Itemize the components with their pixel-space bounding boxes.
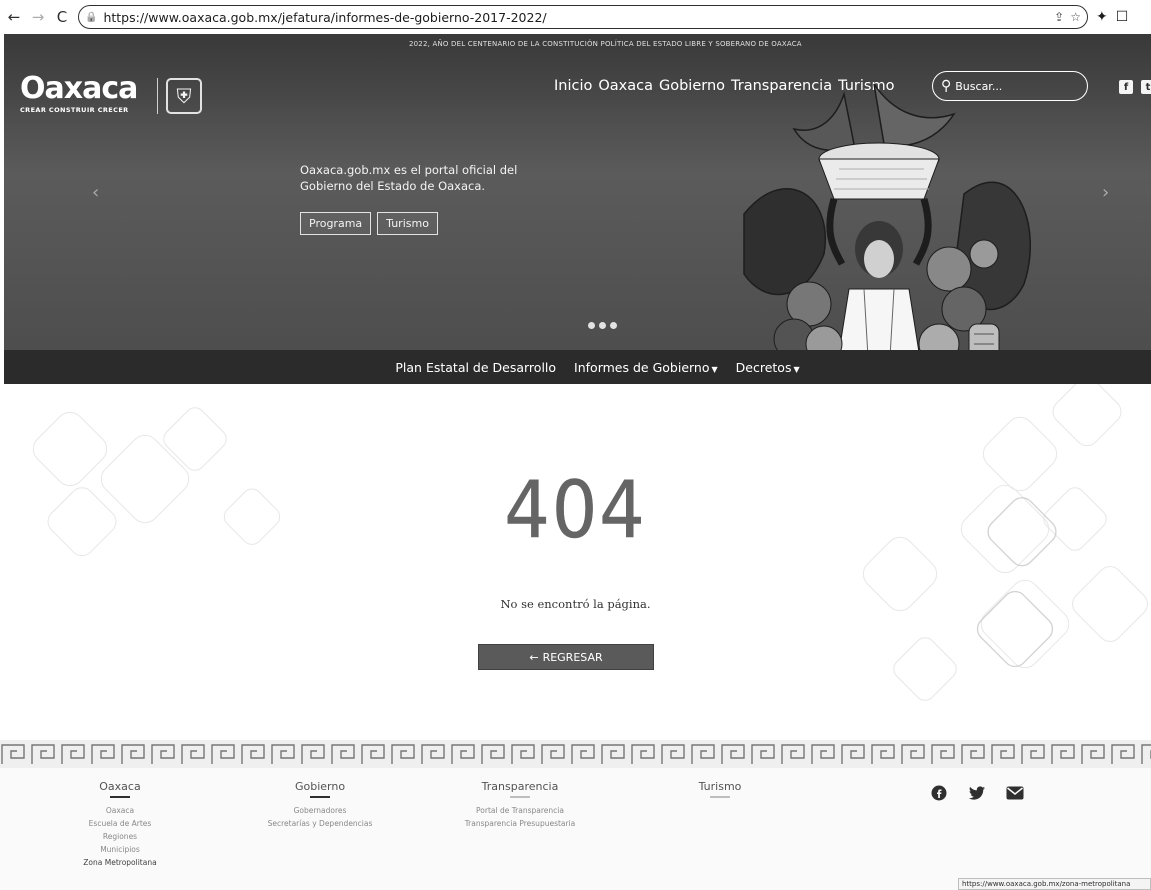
caret-down-icon: ▼ [793, 364, 800, 374]
error-message: No se encontró la página. [500, 597, 651, 611]
secondary-nav: Plan Estatal de Desarrollo Informes de G… [4, 350, 1151, 384]
subnav-informes[interactable]: Informes de Gobierno ▼ [574, 360, 718, 375]
carousel-dot-1[interactable] [588, 322, 595, 329]
footer-col-gobierno: Gobierno Gobernadores Secretarías y Depe… [250, 780, 390, 830]
footer-fret-pattern [0, 740, 1151, 768]
hero-text-line2: Gobierno del Estado de Oaxaca. [300, 179, 486, 193]
address-bar[interactable]: 🔒 https://www.oaxaca.gob.mx/jefatura/inf… [78, 5, 1088, 29]
footer-heading-gobierno[interactable]: Gobierno [250, 780, 390, 794]
footer-heading-oaxaca[interactable]: Oaxaca [70, 780, 170, 794]
back-button-label: REGRESAR [542, 650, 603, 664]
background-pattern [32, 384, 1149, 701]
footer-heading-transparencia[interactable]: Transparencia [440, 780, 600, 794]
twitter-icon[interactable] [968, 784, 986, 802]
footer-col-oaxaca: Oaxaca Oaxaca Escuela de Artes Regiones … [70, 780, 170, 869]
extensions-icon[interactable]: ✦ [1096, 9, 1108, 25]
state-seal-icon: ⛨ [166, 78, 202, 114]
logo-word: Oaxaca [20, 71, 138, 106]
arrow-left-icon: ← [529, 650, 539, 664]
programa-button[interactable]: Programa [300, 212, 372, 235]
footer: Oaxaca Oaxaca Escuela de Artes Regiones … [0, 768, 1151, 890]
browser-toolbar: ← → C 🔒 https://www.oaxaca.gob.mx/jefatu… [0, 0, 1151, 34]
footer-link[interactable]: Regiones [70, 830, 170, 843]
oaxaca-logo[interactable]: Oaxaca CREAR CONSTRUIR CRECER [20, 71, 138, 115]
subnav-decretos-label: Decretos [735, 359, 792, 375]
footer-link[interactable]: Transparencia Presupuestaria [440, 817, 600, 830]
status-bar-url: https://www.oaxaca.gob.mx/zona-metropoli… [958, 878, 1151, 890]
footer-underline [110, 796, 130, 798]
footer-link[interactable]: Municipios [70, 843, 170, 856]
hero-banner: 2022, AÑO DEL CENTENARIO DE LA CONSTITUC… [4, 34, 1151, 384]
nav-item-oaxaca[interactable]: Oaxaca [598, 78, 653, 94]
hero-description: Oaxaca.gob.mx es el portal oficial del G… [300, 162, 517, 194]
lock-icon: 🔒 [85, 11, 98, 23]
carousel-next-icon[interactable]: › [1102, 182, 1109, 203]
logo-tagline: CREAR CONSTRUIR CRECER [20, 106, 129, 114]
url-text[interactable]: https://www.oaxaca.gob.mx/jefatura/infor… [103, 10, 1048, 25]
reload-icon[interactable]: C [54, 8, 70, 26]
subnav-plan-estatal[interactable]: Plan Estatal de Desarrollo [395, 360, 556, 375]
carousel-indicators [588, 322, 617, 329]
footer-link[interactable]: Portal de Transparencia [440, 804, 600, 817]
footer-underline [510, 796, 530, 798]
window-icon[interactable]: ☐ [1116, 9, 1129, 25]
carousel-dot-2[interactable] [599, 322, 606, 329]
footer-heading-turismo[interactable]: Turismo [690, 780, 750, 794]
footer-social [930, 784, 1024, 802]
footer-col-transparencia: Transparencia Portal de Transparencia Tr… [440, 780, 600, 830]
nav-item-inicio[interactable]: Inicio [554, 78, 592, 94]
back-button[interactable]: ← REGRESAR [478, 644, 654, 670]
facebook-icon[interactable]: f [1119, 80, 1133, 94]
back-arrow-icon[interactable]: ← [6, 8, 22, 26]
nav-item-gobierno[interactable]: Gobierno [659, 78, 725, 94]
turismo-button[interactable]: Turismo [377, 212, 438, 235]
carousel-prev-icon[interactable]: ‹ [92, 182, 99, 203]
subnav-decretos[interactable]: Decretos ▼ [736, 360, 800, 375]
email-icon[interactable] [1006, 784, 1024, 802]
error-code: 404 [0, 466, 1151, 557]
subnav-informes-label: Informes de Gobierno [574, 359, 710, 375]
header-social: f t [1119, 80, 1151, 94]
footer-link[interactable]: Gobernadores [250, 804, 390, 817]
footer-link[interactable]: Secretarías y Dependencias [250, 817, 390, 830]
footer-link[interactable]: Zona Metropolitana [70, 856, 170, 869]
footer-underline [710, 796, 730, 798]
hero-buttons: Programa Turismo [300, 212, 438, 235]
footer-link[interactable]: Oaxaca [70, 804, 170, 817]
bookmark-star-icon[interactable]: ☆ [1070, 10, 1081, 24]
centenary-banner-text: 2022, AÑO DEL CENTENARIO DE LA CONSTITUC… [409, 40, 802, 48]
forward-arrow-icon[interactable]: → [30, 8, 46, 26]
share-icon[interactable]: ⇪ [1054, 10, 1064, 24]
caret-down-icon: ▼ [711, 364, 718, 374]
error-code-text: 404 [504, 466, 647, 557]
logo-divider [157, 78, 158, 114]
carousel-dot-3[interactable] [610, 322, 617, 329]
footer-underline [310, 796, 330, 798]
footer-col-turismo: Turismo [690, 780, 750, 804]
hero-illustration [743, 83, 1031, 384]
facebook-icon[interactable] [930, 784, 948, 802]
hero-text-line1: Oaxaca.gob.mx es el portal oficial del [300, 163, 518, 177]
twitter-icon[interactable]: t [1141, 80, 1151, 94]
footer-link[interactable]: Escuela de Artes [70, 817, 170, 830]
